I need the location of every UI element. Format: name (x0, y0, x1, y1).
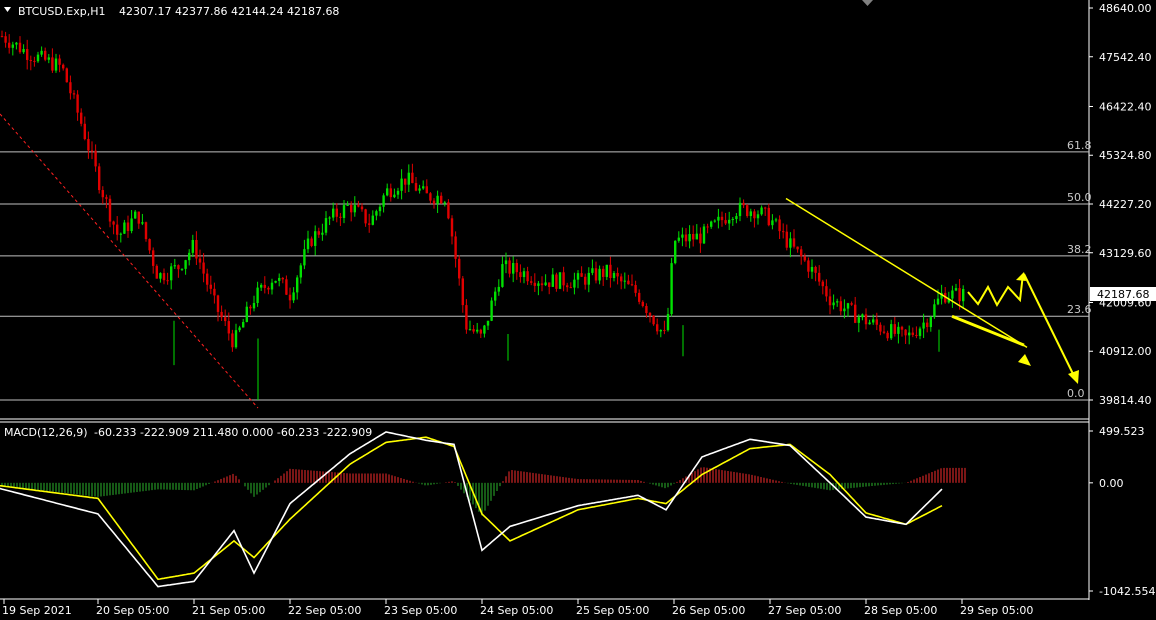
macd-title: MACD(12,26,9) (4, 426, 88, 439)
candle (702, 223, 706, 244)
candle (490, 297, 493, 322)
price-tick-label: 40912.00 (1099, 345, 1152, 358)
time-tick-label: 23 Sep 05:00 (384, 604, 457, 617)
price-tick-label: 47542.40 (1099, 51, 1152, 64)
price-tick-label: 43129.60 (1099, 247, 1152, 260)
time-tick-label: 26 Sep 05:00 (672, 604, 745, 617)
time-tick-label: 27 Sep 05:00 (768, 604, 841, 617)
trading-chart[interactable]: 61.8 50.0 38.2 23.6 0.0 48640.00 47542.40 4642… (0, 0, 1156, 620)
candle (558, 272, 562, 290)
symbol-timeframe: BTCUSD.Exp,H1 (18, 5, 106, 18)
fib-label-0.0: 0.0 (1067, 387, 1085, 400)
fib-label-23.6: 23.6 (1067, 303, 1092, 316)
macd-tick-label: 499.523 (1099, 425, 1145, 438)
chart-background (0, 0, 1156, 620)
current-price-label: 42187.68 (1097, 288, 1150, 301)
price-tick-label: 39814.40 (1099, 394, 1152, 407)
candle (144, 221, 148, 242)
candle (674, 240, 677, 265)
time-tick-label: 29 Sep 05:00 (960, 604, 1033, 617)
macd-tick-label: 0.00 (1099, 477, 1124, 490)
time-tick-label: 20 Sep 05:00 (96, 604, 169, 617)
time-tick-label: 21 Sep 05:00 (192, 604, 265, 617)
ohlc-values: 42307.17 42377.86 42144.24 42187.68 (119, 5, 339, 18)
fib-label-38.2: 38.2 (1067, 243, 1092, 256)
time-tick-label: 28 Sep 05:00 (864, 604, 937, 617)
price-tick-label: 48640.00 (1099, 2, 1152, 15)
candle (155, 264, 158, 279)
candle (670, 257, 673, 317)
chart-header: BTCUSD.Exp,H1 42307.17 42377.86 42144.24… (4, 5, 339, 18)
macd-header: MACD(12,26,9) -60.233 -222.909 211.480 0… (4, 426, 372, 439)
time-tick-label: 22 Sep 05:00 (288, 604, 361, 617)
macd-tick-label: -1042.554 (1099, 585, 1155, 598)
time-tick-label: 25 Sep 05:00 (576, 604, 649, 617)
candle (652, 315, 655, 326)
fib-label-50.0: 50.0 (1067, 191, 1092, 204)
candle (65, 67, 68, 83)
price-axis[interactable]: 48640.00 47542.40 46422.40 45324.80 44227.20… (1089, 2, 1152, 407)
time-tick-label: 19 Sep 2021 (2, 604, 72, 617)
price-tick-label: 44227.20 (1099, 198, 1152, 211)
price-tick-label: 45324.80 (1099, 149, 1152, 162)
fib-label-61.8: 61.8 (1067, 139, 1092, 152)
time-tick-label: 24 Sep 05:00 (480, 604, 553, 617)
candle (746, 204, 749, 218)
candle (98, 163, 101, 194)
price-tick-label: 46422.40 (1099, 100, 1152, 113)
macd-values: -60.233 -222.909 211.480 0.000 -60.233 -… (94, 426, 372, 439)
current-price-tag: 42187.68 (1090, 287, 1156, 301)
